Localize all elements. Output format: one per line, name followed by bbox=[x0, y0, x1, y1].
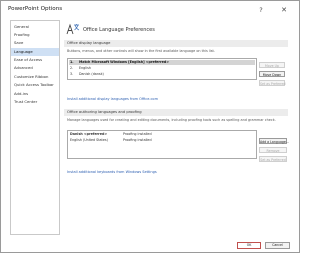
authoring-language-section-title: Office authoring languages and proofing bbox=[64, 109, 288, 116]
sidebar-item-add-ins[interactable]: Add-ins bbox=[11, 90, 59, 98]
table-row[interactable]: Danish <preferred> Proofing installed bbox=[69, 132, 255, 137]
remove-language-button[interactable]: Remove bbox=[259, 147, 287, 153]
table-row[interactable]: English (United States) Proofing install… bbox=[69, 138, 255, 143]
authoring-language-list[interactable]: Danish <preferred> Proofing installed En… bbox=[67, 130, 257, 159]
options-sidebar: General Proofing Save Language Ease of A… bbox=[10, 20, 60, 235]
add-language-button[interactable]: Add a Language... bbox=[259, 138, 289, 144]
sidebar-item-trust-center[interactable]: Trust Center bbox=[11, 98, 59, 106]
language-icon bbox=[66, 23, 80, 35]
language-pane: Office Language Preferences Office displ… bbox=[61, 20, 291, 235]
display-language-section-title: Office display language bbox=[64, 40, 288, 47]
sidebar-item-save[interactable]: Save bbox=[11, 39, 59, 47]
list-item[interactable]: 2. English bbox=[69, 66, 255, 71]
install-display-languages-link[interactable]: Install additional display languages fro… bbox=[67, 97, 158, 101]
display-language-list[interactable]: 1. Match Microsoft Windows [English] <pre… bbox=[67, 58, 257, 80]
list-item[interactable]: 1. Match Microsoft Windows [English] <pre… bbox=[69, 60, 255, 65]
sidebar-item-quick-access-toolbar[interactable]: Quick Access Toolbar bbox=[11, 81, 59, 89]
sidebar-item-language[interactable]: Language bbox=[11, 48, 59, 56]
sidebar-item-advanced[interactable]: Advanced bbox=[11, 64, 59, 72]
help-button[interactable]: ? bbox=[255, 4, 267, 16]
set-authoring-preferred-button[interactable]: Set as Preferred bbox=[259, 156, 287, 162]
ok-button[interactable]: OK bbox=[237, 242, 261, 249]
sidebar-item-ease-of-access[interactable]: Ease of Access bbox=[11, 56, 59, 64]
sidebar-item-customize-ribbon[interactable]: Customize Ribbon bbox=[11, 73, 59, 81]
display-language-description: Buttons, menus, and other controls will … bbox=[67, 49, 215, 53]
move-down-button[interactable]: Move Down bbox=[259, 71, 285, 77]
window-title: PowerPoint Options bbox=[8, 6, 63, 12]
close-button[interactable]: ✕ bbox=[278, 4, 290, 16]
cancel-button[interactable]: Cancel bbox=[265, 242, 290, 249]
sidebar-item-proofing[interactable]: Proofing bbox=[11, 31, 59, 39]
page-title: Office Language Preferences bbox=[83, 27, 155, 33]
powerpoint-options-dialog: PowerPoint Options ? ✕ General Proofing … bbox=[0, 0, 300, 253]
title-bar: PowerPoint Options ? ✕ bbox=[1, 1, 299, 19]
install-keyboards-link[interactable]: Install additional keyboards from Window… bbox=[67, 170, 157, 174]
list-item[interactable]: 3. Danish (dansk) bbox=[69, 72, 255, 77]
sidebar-item-general[interactable]: General bbox=[11, 23, 59, 31]
move-up-button[interactable]: Move Up bbox=[259, 62, 285, 68]
authoring-language-description: Manage languages used for creating and e… bbox=[67, 118, 276, 122]
set-display-preferred-button[interactable]: Set as Preferred bbox=[259, 80, 286, 86]
